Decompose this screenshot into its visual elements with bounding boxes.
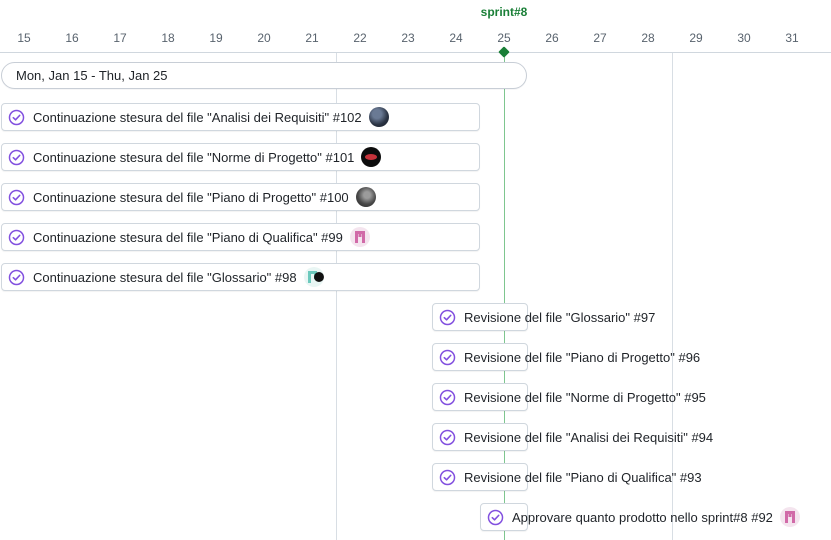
issue-closed-icon [439,349,456,366]
issue-closed-icon [439,429,456,446]
issue-closed-icon [8,109,25,126]
item-title[interactable]: Revisione del file "Piano di Progetto" #… [464,350,700,365]
day-label: 26 [545,31,559,45]
day-label: 29 [689,31,703,45]
item-title[interactable]: Revisione del file "Analisi dei Requisit… [464,430,713,445]
timeline-header: 15 16 17 18 19 20 21 22 23 24 25 26 27 2… [0,0,831,53]
date-range-pill[interactable]: Mon, Jan 15 - Thu, Jan 25 [1,62,527,89]
avatar-pink-identicon[interactable] [349,227,370,247]
issue-closed-icon [439,389,456,406]
item-title[interactable]: Revisione del file "Piano di Qualifica" … [464,470,702,485]
day-label: 16 [65,31,79,45]
issue-closed-icon [8,189,25,206]
item-title[interactable]: Revisione del file "Norme di Progetto" #… [464,390,706,405]
day-label: 15 [17,31,31,45]
day-label: 22 [353,31,367,45]
avatar-pink-identicon[interactable] [779,507,800,527]
item-title[interactable]: Continuazione stesura del file "Norme di… [33,150,354,165]
issue-closed-icon [8,149,25,166]
day-label: 20 [257,31,271,45]
day-label: 30 [737,31,751,45]
day-label: 31 [785,31,799,45]
issue-closed-icon [8,229,25,246]
day-label: 27 [593,31,607,45]
item-title[interactable]: Continuazione stesura del file "Glossari… [33,270,297,285]
sprint-label[interactable]: sprint#8 [481,5,528,19]
avatar-black-red-icon[interactable] [361,147,382,167]
day-label: 17 [113,31,127,45]
day-label: 24 [449,31,463,45]
issue-closed-icon [487,509,504,526]
day-label: 25 [497,31,511,45]
avatar-photo-icon[interactable] [355,187,376,207]
day-label: 23 [401,31,415,45]
item-title[interactable]: Approvare quanto prodotto nello sprint#8… [512,510,773,525]
item-title[interactable]: Continuazione stesura del file "Analisi … [33,110,362,125]
item-title[interactable]: Continuazione stesura del file "Piano di… [33,230,343,245]
item-title[interactable]: Continuazione stesura del file "Piano di… [33,190,349,205]
issue-closed-icon [439,469,456,486]
issue-closed-icon [8,269,25,286]
day-label: 21 [305,31,319,45]
avatar-dark-icon[interactable] [368,107,389,127]
day-label: 19 [209,31,223,45]
item-title[interactable]: Revisione del file "Glossario" #97 [464,310,655,325]
avatar-teal-identicon[interactable] [303,267,324,287]
issue-closed-icon [439,309,456,326]
day-label: 28 [641,31,655,45]
date-range-label: Mon, Jan 15 - Thu, Jan 25 [16,68,168,83]
day-label: 18 [161,31,175,45]
roadmap-timeline: 15 16 17 18 19 20 21 22 23 24 25 26 27 2… [0,0,831,540]
